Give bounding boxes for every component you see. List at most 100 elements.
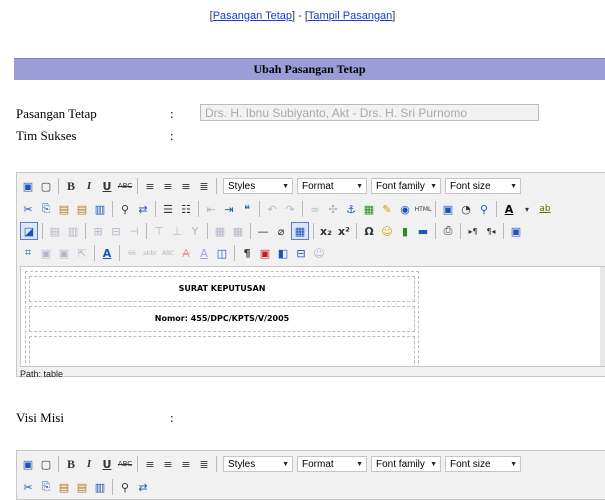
visual-chars-icon[interactable]: ¶ [239,245,255,261]
italic-icon[interactable]: I [81,178,97,194]
italic-icon[interactable]: I [81,456,97,472]
nonbreaking-icon[interactable]: ▣ [257,245,273,261]
delete-row-icon[interactable]: ⊟ [108,223,124,239]
font-family-select[interactable]: Font family ▼ [371,456,441,472]
cut-icon[interactable]: ✂ [20,479,36,495]
row-props-icon[interactable]: ▤ [47,223,63,239]
attribs-icon[interactable]: ◫ [214,245,230,261]
font-family-select[interactable]: Font family ▼ [371,178,441,194]
strikethrough-icon[interactable]: ABC [117,456,133,472]
format-select[interactable]: Format ▼ [297,456,367,472]
align-center-icon[interactable]: ≡ [160,456,176,472]
absolute-icon[interactable]: ⇱ [74,245,90,261]
copy-icon[interactable]: ⎘ [38,201,54,217]
layer-backward-icon[interactable]: ▣ [56,245,72,261]
fullscreen-icon[interactable]: ▣ [508,223,524,239]
link-icon[interactable]: ∞ [307,201,323,217]
strikethrough-icon[interactable]: ABC [117,178,133,194]
align-left-icon[interactable]: ≡ [142,456,158,472]
split-cell-icon[interactable]: ⊣ [126,223,142,239]
rtl-icon[interactable]: ¶◂ [483,223,499,239]
text-color-icon[interactable]: A [501,201,517,217]
new-document-icon[interactable]: ▢ [38,178,54,194]
emoticon-icon[interactable]: ☺ [379,223,395,239]
copy-icon[interactable]: ⎘ [38,479,54,495]
outdent-icon[interactable]: ⇤ [203,201,219,217]
hr-icon[interactable]: — [255,223,271,239]
charmap-icon[interactable]: Ω [361,223,377,239]
html-icon[interactable]: HTML [415,201,432,217]
merge-table-icon[interactable]: ▦ [230,223,246,239]
indent-icon[interactable]: ⇥ [221,201,237,217]
media-insert-icon[interactable]: ▮ [397,223,413,239]
editor-scrollbar[interactable] [600,267,605,366]
subscript-icon[interactable]: x₂ [318,223,334,239]
numbered-list-icon[interactable]: ☷ [178,201,194,217]
align-right-icon[interactable]: ≡ [178,178,194,194]
paste-icon[interactable]: ▤ [56,201,72,217]
format-select[interactable]: Format ▼ [297,178,367,194]
font-size-select[interactable]: Font size ▼ [445,456,521,472]
styles-select[interactable]: Styles ▼ [223,456,293,472]
align-justify-icon[interactable]: ≣ [196,456,212,472]
ins-icon[interactable]: A [196,245,212,261]
template-icon[interactable]: ◧ [275,245,291,261]
editor-content-area[interactable]: SURAT KEPUTUSAN Nomor: 455/DPC/KPTS/V/20… [20,266,605,367]
print-icon[interactable]: ◔ [458,201,474,217]
print-icon-2[interactable]: ⎙ [440,223,456,239]
bold-icon[interactable]: B [63,456,79,472]
paste-text-icon[interactable]: ▤ [74,479,90,495]
unlink-icon[interactable]: ✣ [325,201,341,217]
superscript-icon[interactable]: x² [336,223,352,239]
tampil-pasangan-link[interactable]: Tampil Pasangan [308,10,392,22]
highlight-icon[interactable]: ab [537,201,553,217]
align-right-icon[interactable]: ≡ [178,456,194,472]
pasangan-tetap-link[interactable]: Pasangan Tetap [213,10,292,22]
paste-icon[interactable]: ▤ [56,479,72,495]
underline-icon[interactable]: U [99,178,115,194]
table-icon[interactable]: ▦ [291,222,309,240]
redo-icon[interactable]: ↷ [282,201,298,217]
bold-icon[interactable]: B [63,178,79,194]
help-icon[interactable]: ◉ [397,201,413,217]
save-icon[interactable]: ▣ [20,178,36,194]
new-document-icon[interactable]: ▢ [38,456,54,472]
paste-word-icon[interactable]: ▥ [92,201,108,217]
paste-text-icon[interactable]: ▤ [74,201,90,217]
acronym-icon[interactable]: ABC [160,245,176,261]
visual-aid-icon[interactable]: ◪ [20,222,38,240]
replace-icon[interactable]: ⇄ [135,201,151,217]
anchor-icon[interactable]: ⚓ [343,201,359,217]
layer-forward-icon[interactable]: ▣ [38,245,54,261]
spellcheck-icon[interactable]: ☺ [311,245,327,261]
preview-icon[interactable]: ⚲ [476,201,492,217]
align-justify-icon[interactable]: ≣ [196,178,212,194]
del-icon[interactable]: A [178,245,194,261]
cleanup-icon[interactable]: ✎ [379,201,395,217]
chevron-down-icon[interactable]: ▾ [519,201,535,217]
insert-col-icon[interactable]: ⊤ [151,223,167,239]
bullet-list-icon[interactable]: ☰ [160,201,176,217]
style-props-icon[interactable]: A [99,245,115,261]
tim-sukses-editor[interactable]: ▣ ▢ B I U ABC ≡ ≡ ≡ ≣ Styles ▼ Format ▼ Fo… [16,172,605,379]
find-icon[interactable]: ⚲ [117,201,133,217]
blockquote-icon[interactable]: ❝ [239,201,255,217]
delete-col-icon[interactable]: ⊥ [169,223,185,239]
undo-icon[interactable]: ↶ [264,201,280,217]
merge-cell-icon[interactable]: Y [187,223,203,239]
media-icon[interactable]: ▣ [440,201,456,217]
split-table-icon[interactable]: ▦ [212,223,228,239]
layer-insert-icon[interactable]: ⌗ [20,245,36,261]
abbr-icon[interactable]: abbr [142,245,158,261]
pagebreak-icon[interactable]: ⊟ [293,245,309,261]
cut-icon[interactable]: ✂ [20,201,36,217]
underline-icon[interactable]: U [99,456,115,472]
replace-icon[interactable]: ⇄ [135,479,151,495]
align-left-icon[interactable]: ≡ [142,178,158,194]
font-size-select[interactable]: Font size ▼ [445,178,521,194]
image-icon[interactable]: ▦ [361,201,377,217]
cite-icon[interactable]: 66 [124,245,140,261]
styles-select[interactable]: Styles ▼ [223,178,293,194]
save-icon[interactable]: ▣ [20,456,36,472]
remove-format-icon[interactable]: ⌀ [273,223,289,239]
